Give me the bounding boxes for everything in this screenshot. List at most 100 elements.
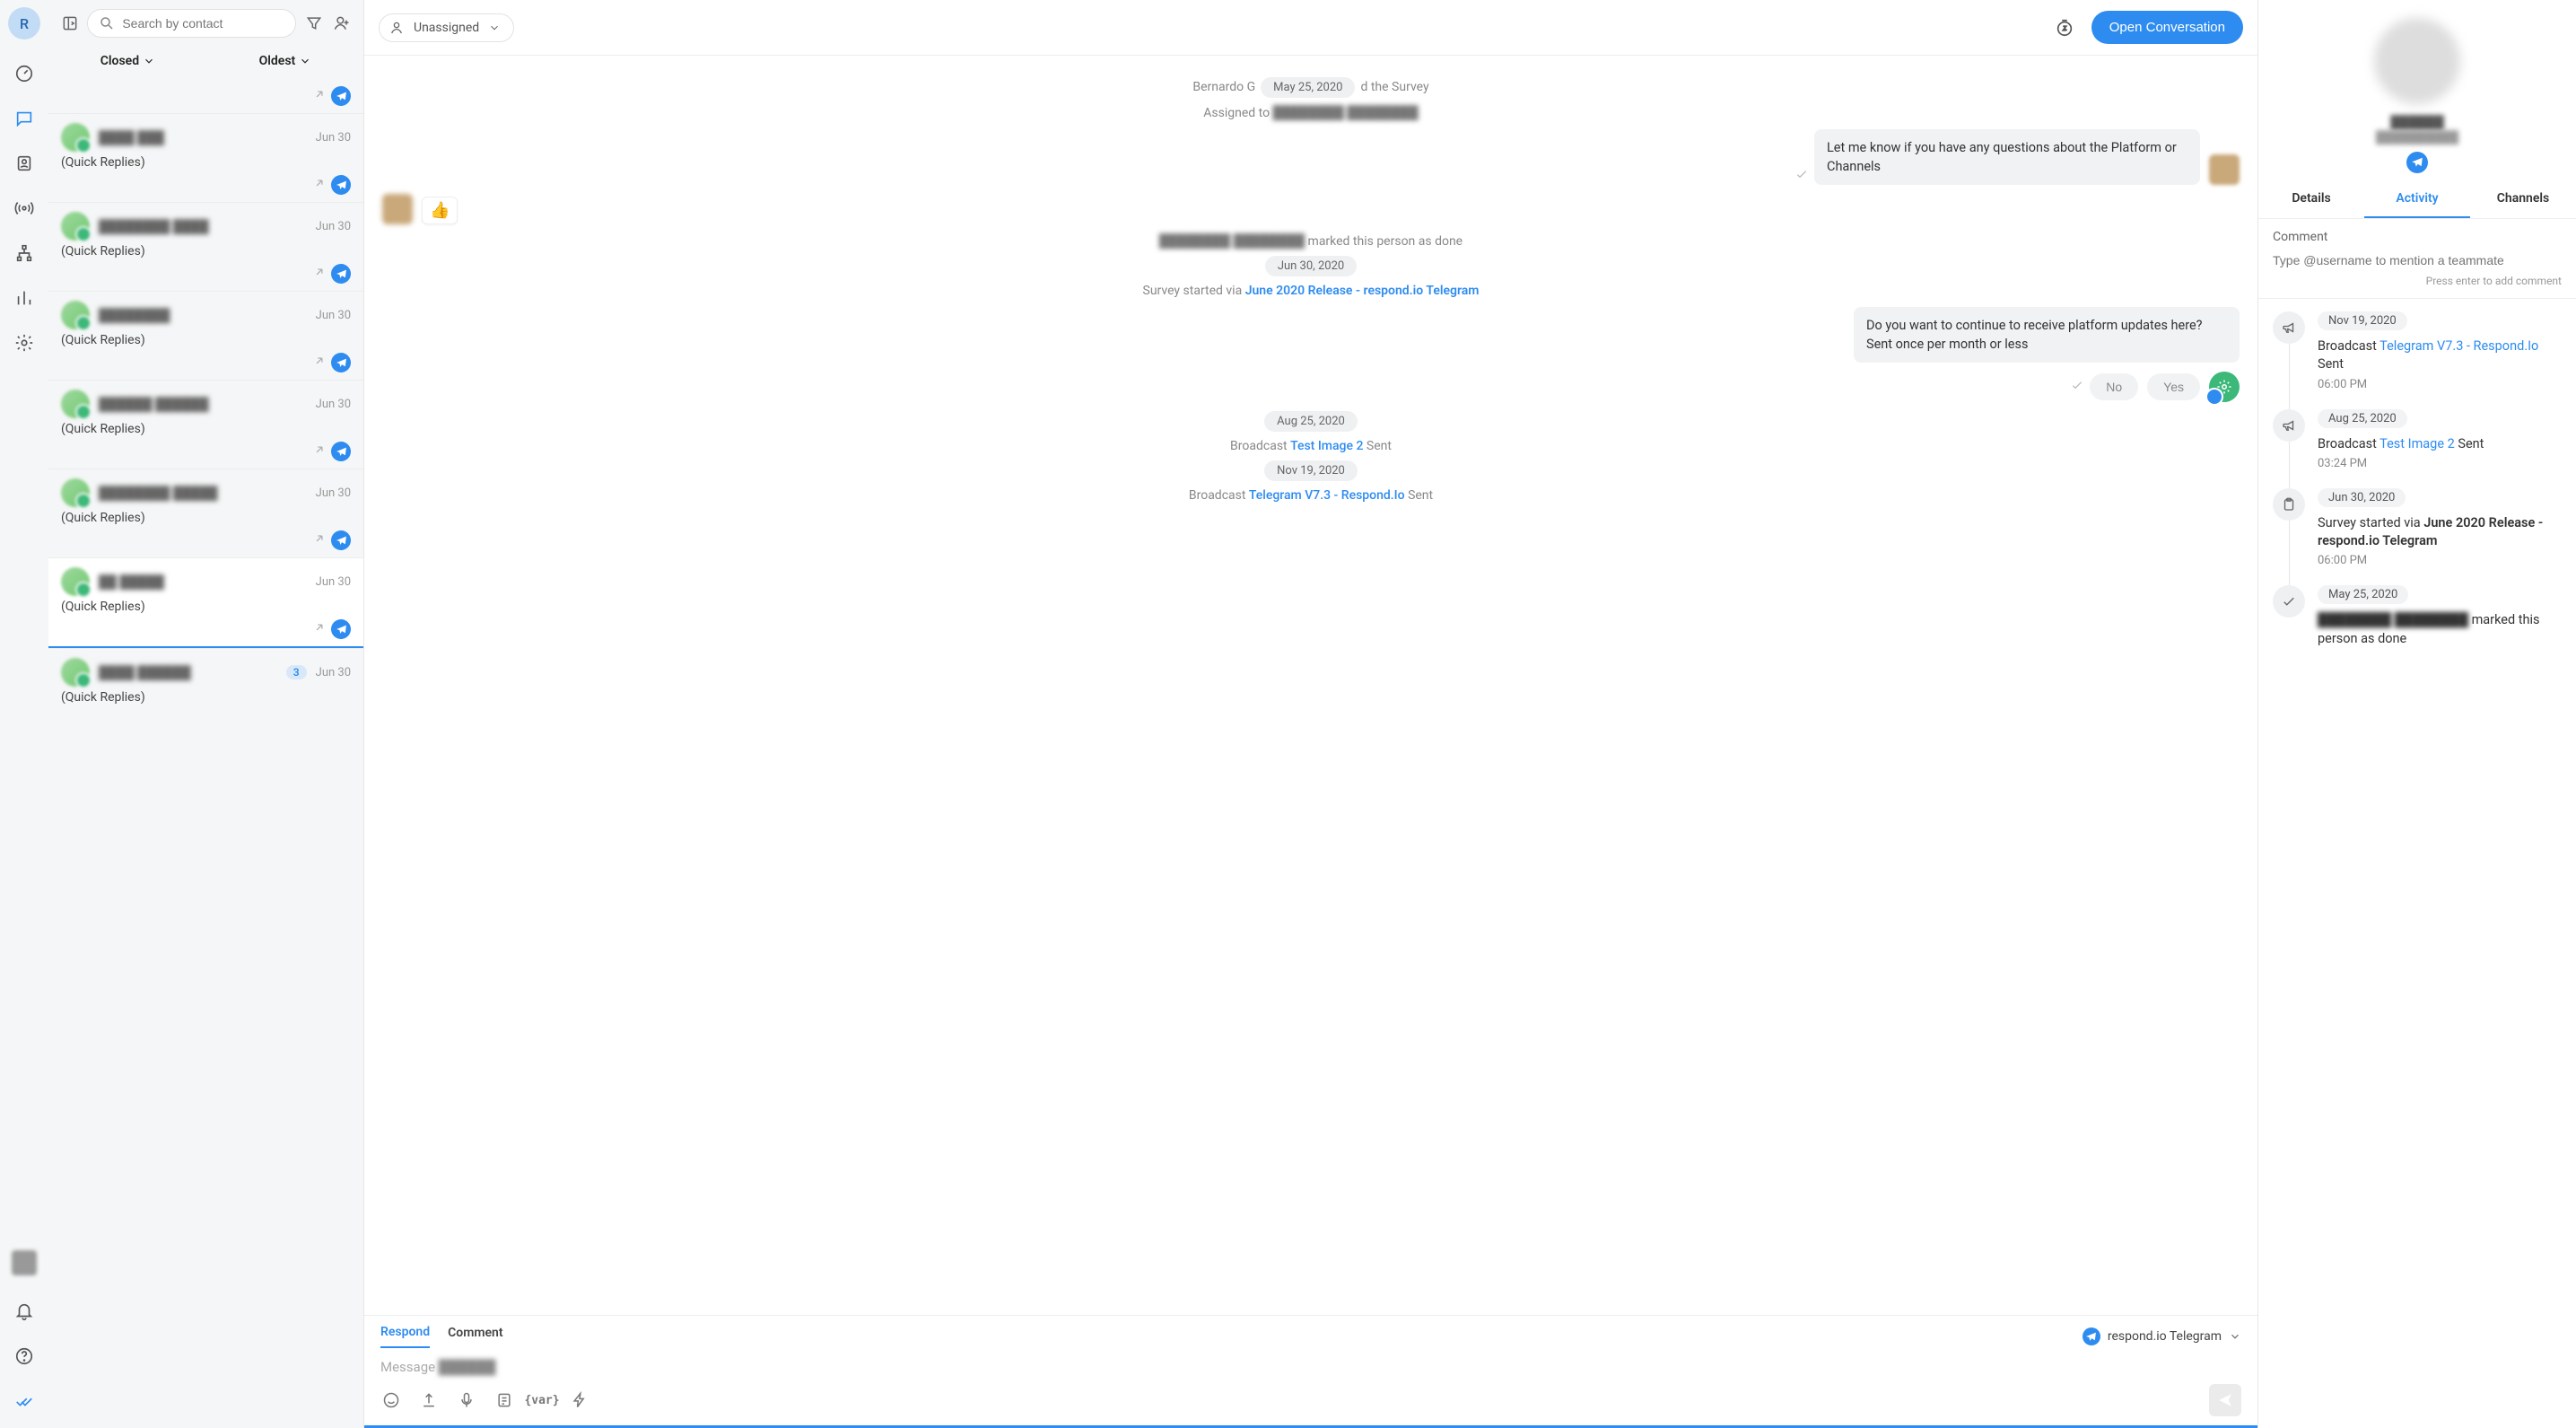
contact-topbar: [48, 0, 363, 47]
contact-avatar: [61, 212, 90, 241]
contact-item[interactable]: ████████Jun 30 (Quick Replies): [48, 291, 363, 380]
broadcast-line: Broadcast Telegram V7.3 - Respond.Io Sen…: [382, 488, 2240, 503]
profile-avatar: [2374, 18, 2460, 104]
no-button[interactable]: No: [2090, 373, 2138, 400]
emoji-icon[interactable]: [380, 1389, 402, 1411]
contact-date: Jun 30: [316, 666, 351, 679]
contact-avatar: [61, 567, 90, 596]
check-icon: [2273, 585, 2305, 618]
workflows-icon[interactable]: [6, 235, 42, 271]
composer-input[interactable]: Message ██████: [380, 1348, 2241, 1380]
contact-item[interactable]: ████ ██████3Jun 30 (Quick Replies): [48, 648, 363, 712]
activity-feed: Nov 19, 2020 Broadcast Telegram V7.3 - R…: [2258, 299, 2576, 1428]
search-box[interactable]: [87, 9, 296, 38]
comment-section: Comment Press enter to add comment: [2258, 219, 2576, 299]
outgoing-arrow-icon: [313, 266, 326, 282]
megaphone-icon: [2273, 409, 2305, 442]
sender-avatar: [2209, 154, 2240, 185]
status-filter[interactable]: Closed: [100, 54, 155, 68]
channel-select[interactable]: respond.io Telegram: [2083, 1327, 2241, 1345]
settings-icon[interactable]: [6, 325, 42, 361]
contacts-icon[interactable]: [6, 145, 42, 181]
activity-date: Nov 19, 2020: [2318, 311, 2407, 330]
outgoing-arrow-icon: [313, 443, 326, 460]
delivered-check-icon: [1794, 167, 1809, 185]
snooze-icon[interactable]: [2048, 12, 2081, 44]
contact-item[interactable]: ████ ███Jun 30 (Quick Replies): [48, 113, 363, 202]
tab-respond[interactable]: Respond: [380, 1325, 430, 1348]
survey-link[interactable]: June 2020 Release - respond.io Telegram: [1245, 284, 1480, 298]
open-conversation-button[interactable]: Open Conversation: [2091, 11, 2243, 44]
activity-text: Broadcast Telegram V7.3 - Respond.Io Sen…: [2318, 337, 2567, 374]
dashboard-icon[interactable]: [6, 56, 42, 92]
activity-link[interactable]: Telegram V7.3 - Respond.Io: [2380, 338, 2538, 354]
contact-avatar-small: [382, 194, 413, 224]
notifications-icon[interactable]: [6, 1293, 42, 1329]
send-button[interactable]: [2209, 1384, 2241, 1416]
tab-channels[interactable]: Channels: [2470, 180, 2576, 218]
search-input[interactable]: [122, 16, 284, 31]
broadcast-icon[interactable]: [6, 190, 42, 226]
activity-date: May 25, 2020: [2318, 585, 2408, 604]
contact-name: ████ ███: [99, 130, 307, 145]
activity-link[interactable]: Test Image 2: [2380, 436, 2455, 451]
tab-comment[interactable]: Comment: [448, 1326, 502, 1347]
microphone-icon[interactable]: [456, 1389, 477, 1411]
contact-date: Jun 30: [316, 486, 351, 500]
snippet-icon[interactable]: [493, 1389, 515, 1411]
contact-panel: Closed Oldest ████ ███Jun 30 (Quick Repl…: [48, 0, 364, 1428]
contact-item[interactable]: ██ █████Jun 30 (Quick Replies): [48, 557, 363, 648]
tab-details[interactable]: Details: [2258, 180, 2364, 218]
activity-text: ████████ ████████ marked this person as …: [2318, 611, 2567, 648]
conversation-panel: Unassigned Open Conversation Bernardo GM…: [364, 0, 2258, 1428]
survey-started-line: Survey started via June 2020 Release - r…: [382, 284, 2240, 298]
contact-preview: (Quick Replies): [61, 511, 145, 525]
collapse-panel-icon[interactable]: [59, 9, 80, 38]
reaction-row: 👍: [382, 194, 2240, 224]
contact-item[interactable]: ██████ ██████Jun 30 (Quick Replies): [48, 380, 363, 469]
outgoing-arrow-icon: [313, 532, 326, 548]
date-pill: Aug 25, 2020: [1264, 411, 1358, 432]
bot-avatar: [2209, 372, 2240, 402]
chevron-down-icon: [143, 55, 155, 67]
user-avatar[interactable]: R: [8, 7, 40, 39]
upload-icon[interactable]: [418, 1389, 440, 1411]
reaction-emoji: 👍: [422, 197, 458, 224]
activity-date: Jun 30, 2020: [2318, 488, 2406, 507]
tab-activity[interactable]: Activity: [2364, 180, 2470, 218]
comment-label: Comment: [2273, 230, 2562, 244]
activity-time: 03:24 PM: [2318, 457, 2567, 470]
telegram-icon: [331, 264, 351, 284]
yes-button[interactable]: Yes: [2147, 373, 2200, 400]
contact-preview: (Quick Replies): [61, 244, 145, 258]
comment-hint: Press enter to add comment: [2273, 275, 2562, 287]
telegram-icon: [2406, 152, 2428, 173]
filter-icon[interactable]: [303, 9, 324, 38]
contact-date: Jun 30: [316, 220, 351, 233]
workspace-avatar[interactable]: [12, 1250, 37, 1275]
contact-item[interactable]: ████████ █████Jun 30 (Quick Replies): [48, 469, 363, 557]
reports-icon[interactable]: [6, 280, 42, 316]
contact-name: ████ ██████: [99, 665, 275, 680]
comment-input[interactable]: [2273, 250, 2562, 271]
contact-item[interactable]: ████████ ████Jun 30 (Quick Replies): [48, 202, 363, 291]
broadcast-link[interactable]: Test Image 2: [1290, 439, 1363, 453]
outgoing-arrow-icon: [313, 355, 326, 371]
broadcast-link[interactable]: Telegram V7.3 - Respond.Io: [1249, 488, 1405, 503]
help-icon[interactable]: [6, 1338, 42, 1374]
conversation-body: Bernardo GMay 25, 2020d the Survey Assig…: [364, 56, 2257, 1315]
contact-preview: (Quick Replies): [61, 600, 145, 614]
yn-row: No Yes: [382, 372, 2240, 402]
contact-name: ████████: [99, 308, 307, 323]
activity-item: Jun 30, 2020 Survey started via June 202…: [2273, 488, 2567, 568]
contact-avatar: [61, 478, 90, 507]
variable-icon[interactable]: {var}: [531, 1389, 553, 1411]
assignee-dropdown[interactable]: Unassigned: [379, 13, 514, 42]
broadcast-line: Broadcast Test Image 2 Sent: [382, 439, 2240, 453]
composer-placeholder: Message ██████: [380, 1359, 496, 1375]
details-panel: ██████ ██████████ Details Activity Chann…: [2258, 0, 2576, 1428]
messages-icon[interactable]: [6, 101, 42, 136]
bolt-icon[interactable]: [569, 1389, 590, 1411]
sort-filter[interactable]: Oldest: [259, 54, 312, 68]
add-contact-icon[interactable]: [332, 9, 353, 38]
